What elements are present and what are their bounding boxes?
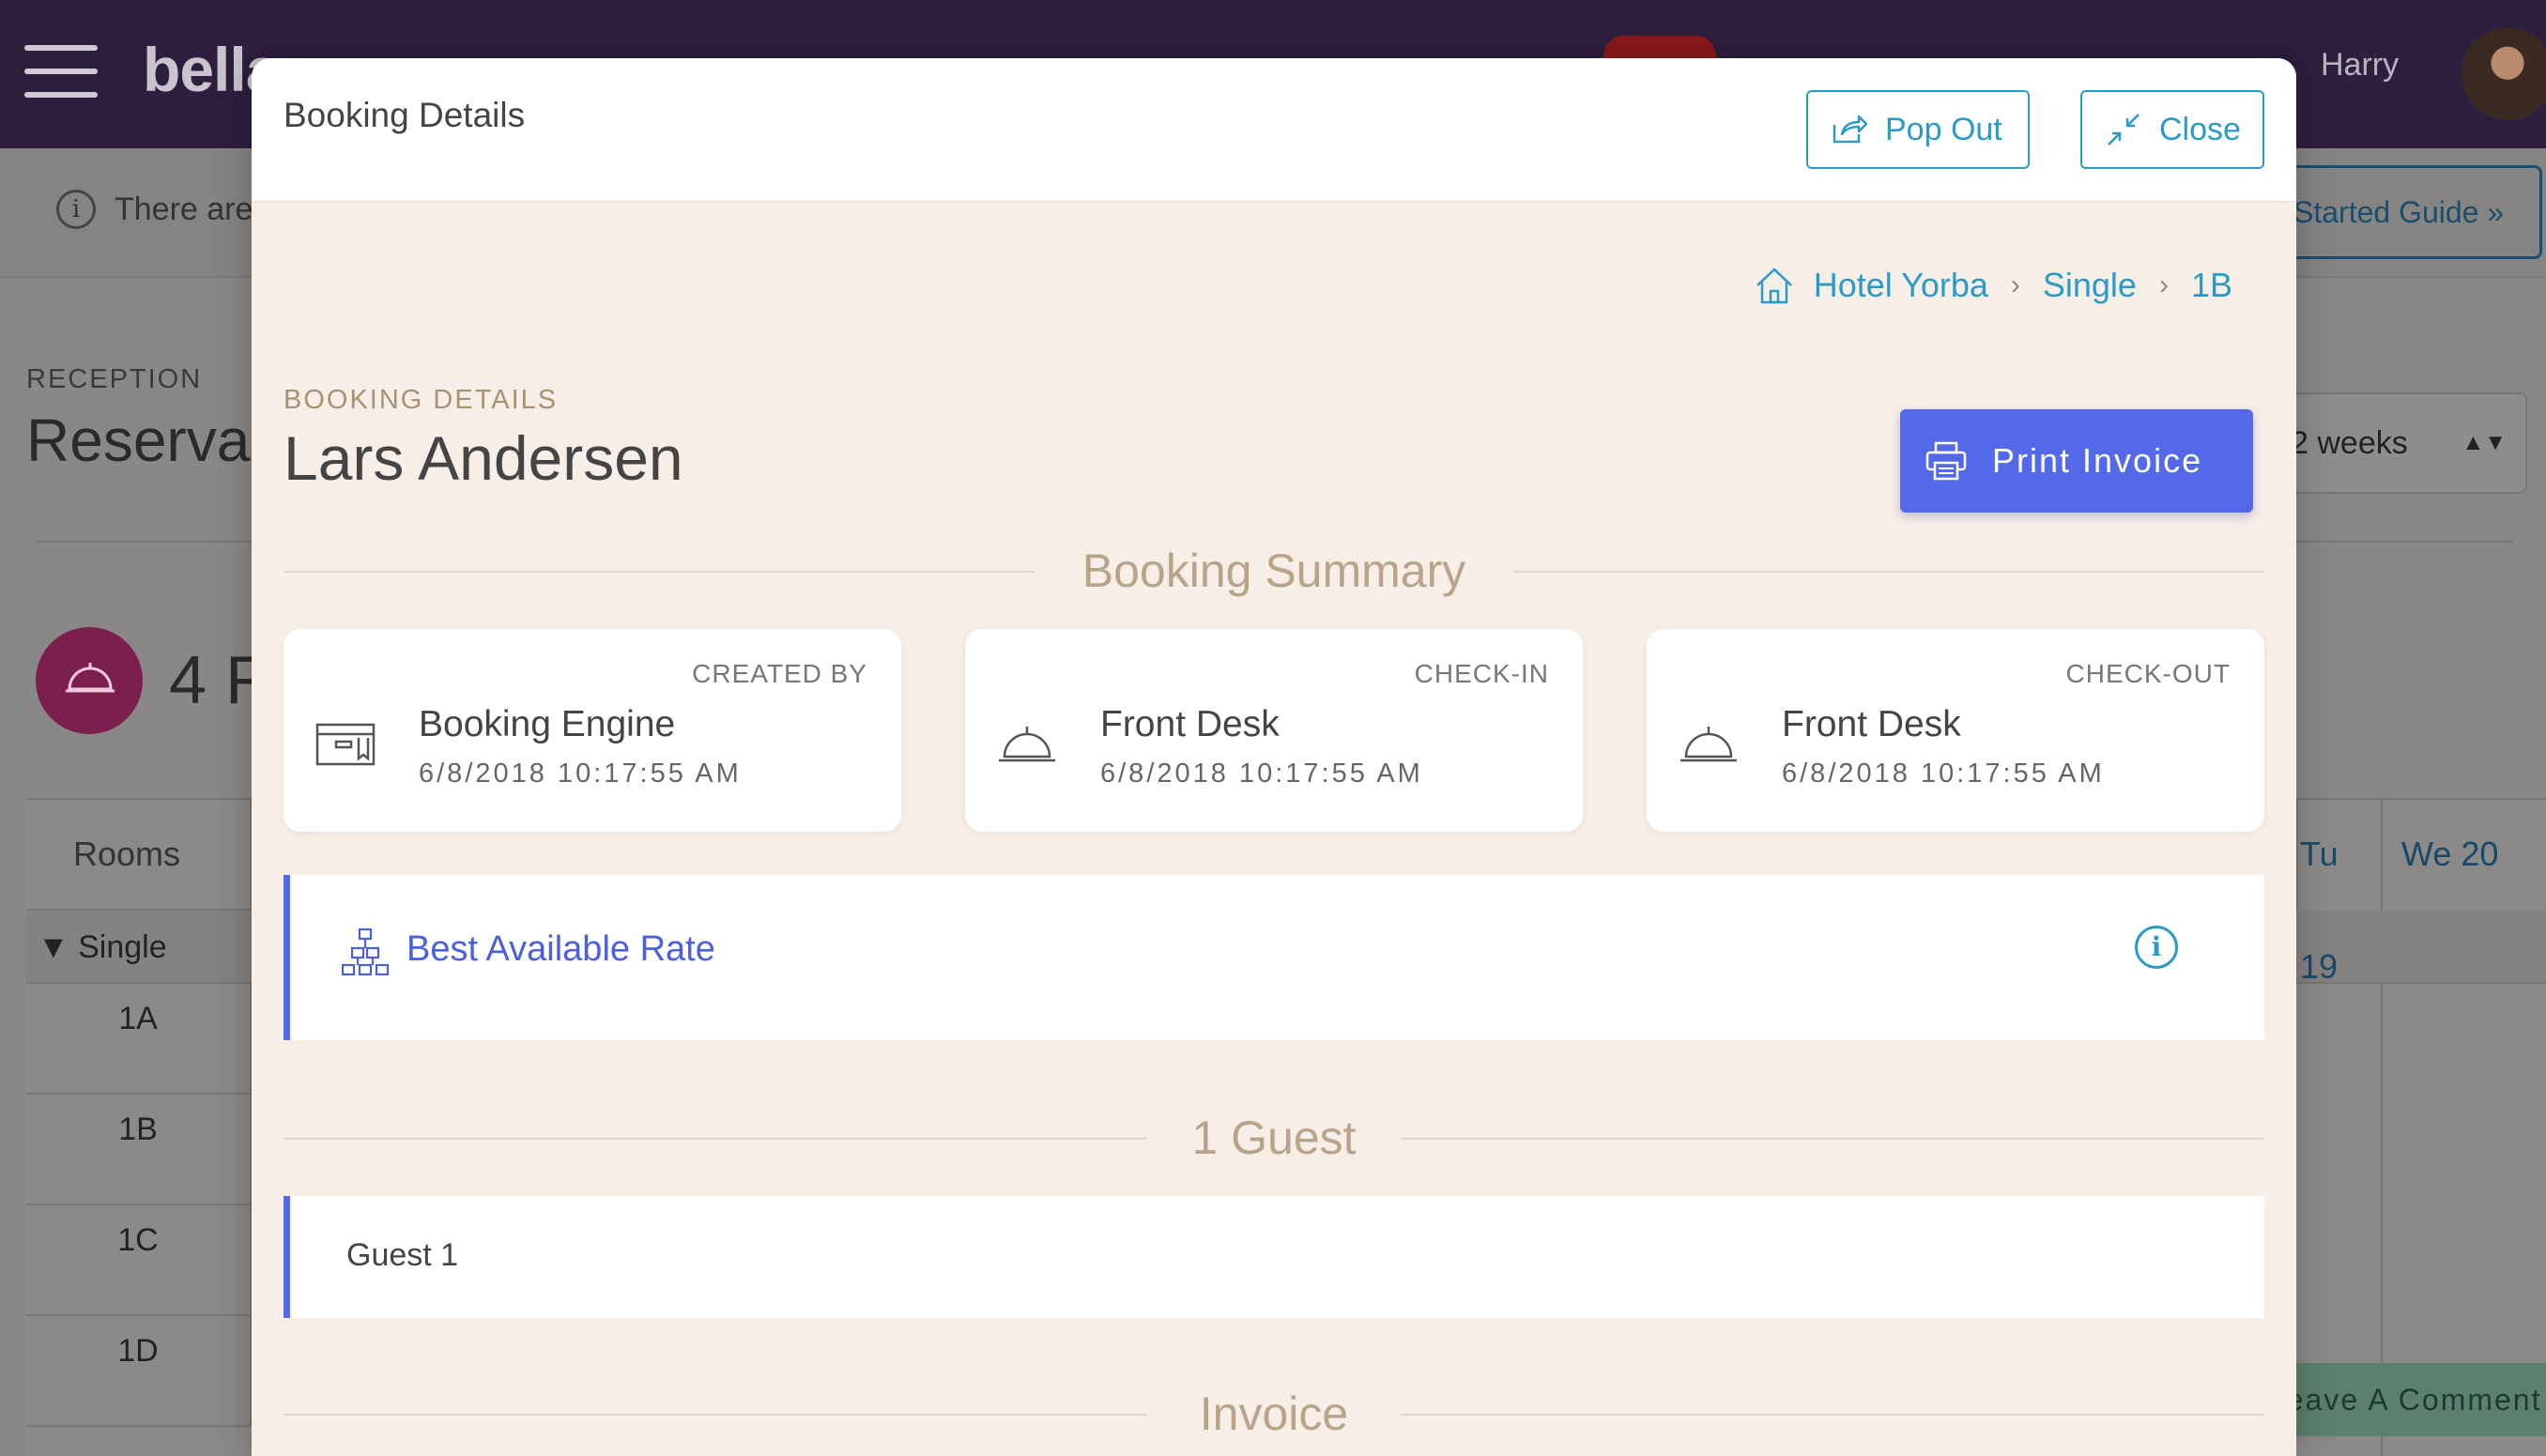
avatar[interactable] [2462, 28, 2546, 120]
room-row[interactable]: 1A [26, 984, 252, 1095]
breadcrumb-hotel[interactable]: Hotel Yorba [1814, 266, 1988, 305]
guest-label: Guest 1 [346, 1237, 459, 1273]
collapse-icon [2108, 114, 2140, 146]
breadcrumb-room-type[interactable]: Single [2043, 266, 2137, 305]
breadcrumb-separator: › [2010, 269, 2020, 300]
info-icon: i [56, 190, 96, 229]
card-label: CHECK-IN [1414, 659, 1549, 688]
room-row[interactable]: 1B [26, 1095, 252, 1205]
booking-summary-heading: Booking Summary [284, 543, 2264, 599]
select-arrows-icon: ▲▼ [2462, 430, 2507, 455]
reception-bell-icon [999, 727, 1055, 762]
invoice-divider: Invoice [284, 1386, 2264, 1442]
invoice-heading: Invoice [284, 1386, 2264, 1442]
card-name: Booking Engine [419, 704, 676, 744]
reception-bell-icon [66, 663, 115, 693]
breadcrumb-room[interactable]: 1B [2191, 266, 2232, 305]
breadcrumb-separator: › [2158, 269, 2169, 300]
home-icon [1756, 268, 1792, 304]
booking-details-label: BOOKING DETAILS [284, 385, 559, 415]
room-row[interactable]: 1C [26, 1205, 252, 1316]
menu-icon[interactable] [24, 45, 98, 98]
day-header: Tu 19 [2296, 798, 2381, 986]
guest-name-heading: Lars Andersen [284, 423, 683, 493]
check-in-card: CHECK-IN Front Desk 6/8/2018 10:17:55 AM [965, 629, 1583, 832]
rate-info-icon[interactable]: i [2135, 926, 2178, 969]
card-label: CHECK-OUT [2065, 659, 2231, 688]
check-out-card: CHECK-OUT Front Desk 6/8/2018 10:17:55 A… [1647, 629, 2264, 832]
printer-icon [1925, 441, 1967, 481]
print-invoice-button[interactable]: Print Invoice [1900, 409, 2253, 513]
modal-title: Booking Details [284, 96, 526, 134]
range-select-value: 2 weeks [2291, 425, 2408, 461]
guest-row[interactable]: Guest 1 [284, 1196, 2264, 1318]
close-button[interactable]: Close [2080, 90, 2264, 169]
guests-divider: 1 Guest [284, 1110, 2264, 1166]
reservations-count-badge [36, 627, 143, 734]
share-icon [1833, 115, 1868, 144]
card-date: 6/8/2018 10:17:55 AM [1100, 759, 1423, 789]
guests-heading: 1 Guest [284, 1110, 2264, 1166]
rate-hierarchy-icon [341, 927, 390, 976]
rate-plan-row: Best Available Rate i [284, 875, 2264, 1040]
print-invoice-label: Print Invoice [1992, 441, 2203, 480]
rate-plan-name[interactable]: Best Available Rate [406, 929, 715, 970]
breadcrumb: Hotel Yorba › Single › 1B [1754, 265, 2232, 306]
booking-details-modal: Booking Details Pop Out Close Hotel Yorb… [252, 58, 2296, 1456]
user-name[interactable]: Harry [2321, 47, 2399, 84]
booking-summary-divider: Booking Summary [284, 543, 2264, 599]
card-date: 6/8/2018 10:17:55 AM [419, 759, 742, 789]
card-label: CREATED BY [692, 659, 867, 688]
page-title: Reserva [26, 406, 251, 474]
card-date: 6/8/2018 10:17:55 AM [1782, 759, 2105, 789]
modal-header: Booking Details Pop Out Close [252, 58, 2296, 203]
reception-bell-icon [1680, 727, 1737, 762]
created-by-card: CREATED BY Booking Engine 6/8/2018 10:17… [284, 629, 901, 832]
info-bar-text: There are [115, 192, 253, 227]
pop-out-button[interactable]: Pop Out [1806, 90, 2030, 169]
card-name: Front Desk [1782, 704, 1961, 744]
pop-out-label: Pop Out [1885, 111, 2002, 147]
card-name: Front Desk [1100, 704, 1280, 744]
day-header: We 20 [2381, 798, 2546, 911]
section-label: RECEPTION [26, 364, 203, 394]
rooms-column-header: Rooms [26, 798, 252, 911]
room-row[interactable]: 1D [26, 1316, 252, 1427]
booking-engine-icon [315, 723, 376, 766]
close-label: Close [2159, 111, 2241, 147]
